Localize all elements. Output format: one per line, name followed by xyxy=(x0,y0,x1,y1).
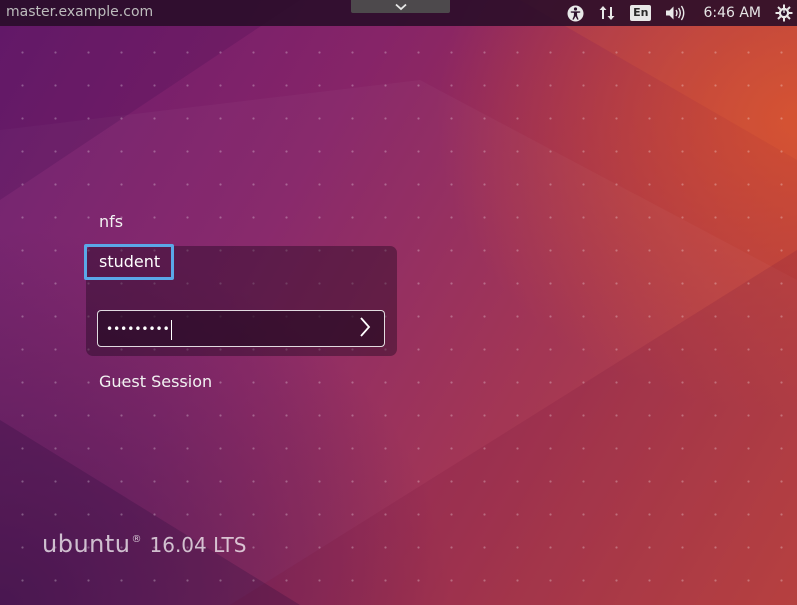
ubuntu-logo: ubuntu ® 16.04 LTS xyxy=(42,530,246,558)
brand-wordmark: ubuntu xyxy=(42,530,131,558)
keyboard-language-icon[interactable]: En xyxy=(630,0,652,26)
password-mask: ••••••••• xyxy=(106,319,172,340)
clock-label[interactable]: 6:46 AM xyxy=(703,5,761,21)
user-item-nfs[interactable]: nfs xyxy=(99,212,123,231)
volume-icon[interactable] xyxy=(665,0,687,26)
chevron-down-icon xyxy=(394,0,407,15)
registered-mark: ® xyxy=(131,534,142,545)
power-gear-icon[interactable] xyxy=(775,0,793,26)
session-dropdown-tab[interactable] xyxy=(351,0,450,13)
user-item-guest-session[interactable]: Guest Session xyxy=(99,372,212,391)
password-input[interactable]: ••••••••• xyxy=(97,310,385,347)
version-label: 16.04 LTS xyxy=(149,533,247,557)
login-screen: master.example.com En 6:46 AM nfs studen… xyxy=(0,0,797,605)
accessibility-icon[interactable] xyxy=(567,0,584,26)
chevron-right-icon xyxy=(359,316,371,342)
text-caret xyxy=(170,319,172,340)
hostname-label: master.example.com xyxy=(6,4,154,20)
submit-login-button[interactable] xyxy=(354,317,376,341)
top-panel: master.example.com En 6:46 AM xyxy=(0,0,797,26)
system-tray: En 6:46 AM xyxy=(553,0,797,26)
user-item-student-selected[interactable]: student xyxy=(84,244,174,280)
network-icon[interactable] xyxy=(598,0,616,26)
